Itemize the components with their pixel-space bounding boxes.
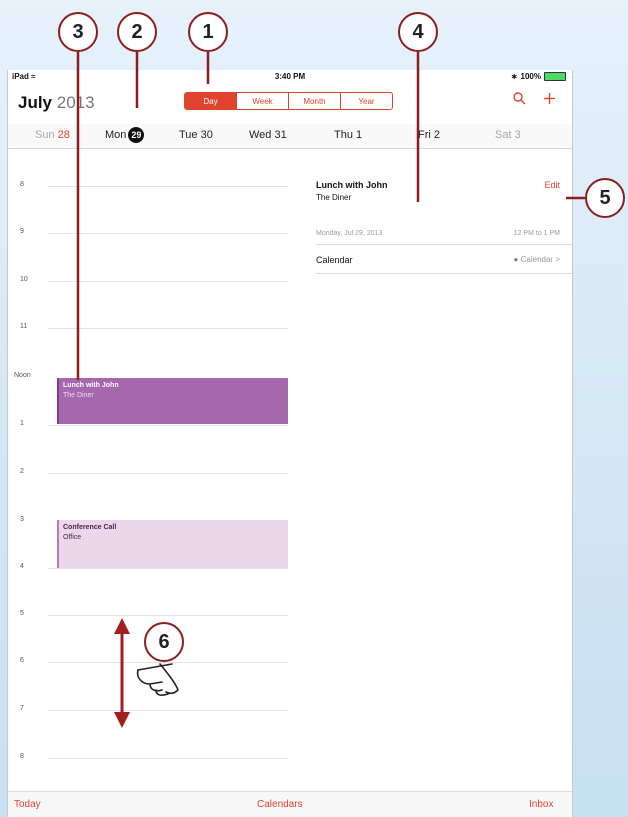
annotation-overlay	[76, 52, 585, 728]
callout-6: 6	[144, 622, 184, 662]
hand-swipe-icon	[136, 663, 179, 696]
scroll-arrow-icon	[114, 618, 130, 728]
